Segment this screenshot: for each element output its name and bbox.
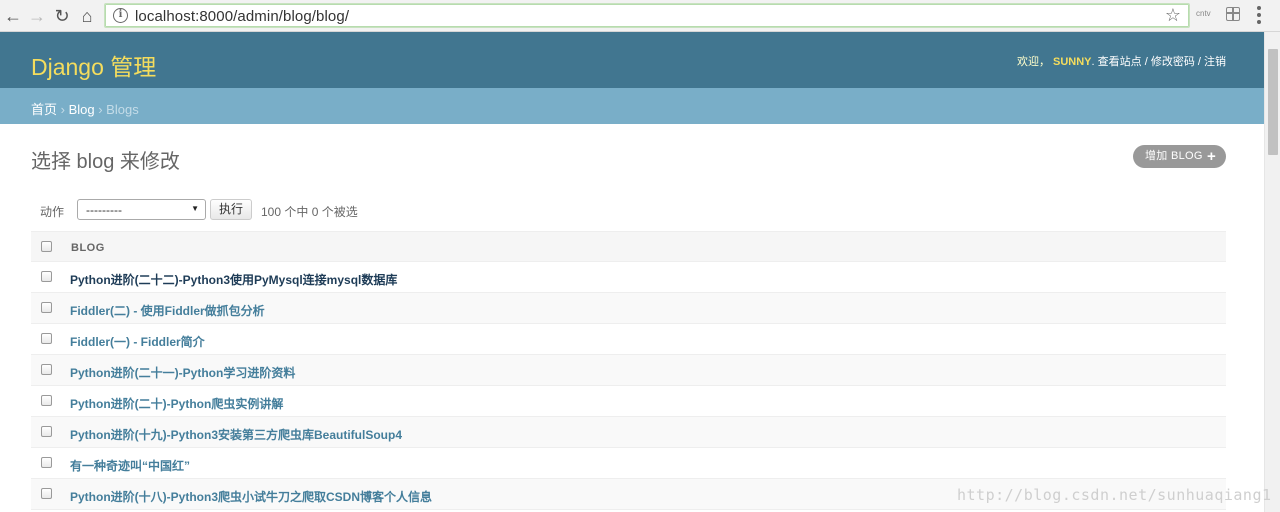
- table-row: 有一种奇迹叫“中国红”: [31, 448, 1226, 479]
- site-branding[interactable]: Django 管理: [31, 48, 156, 82]
- info-icon[interactable]: i: [113, 8, 128, 23]
- breadcrumb-separator: ›: [94, 102, 107, 117]
- user-tools: 欢迎， SUNNY. 查看站点 / 修改密码 / 注销: [1016, 56, 1226, 68]
- select-all-checkbox[interactable]: [41, 241, 52, 252]
- breadcrumb-separator: ›: [57, 102, 69, 117]
- action-label: 动作: [40, 205, 65, 219]
- add-blog-label: 增加 BLOG: [1145, 150, 1203, 162]
- blog-title-link[interactable]: Python进阶(十八)-Python3爬虫小试牛刀之爬取CSDN博客个人信息: [70, 488, 432, 505]
- welcome-text: 欢迎，: [1016, 56, 1050, 68]
- view-site-link[interactable]: 查看站点: [1098, 56, 1142, 68]
- username: SUNNY: [1053, 56, 1092, 68]
- breadcrumb-app[interactable]: Blog: [69, 102, 95, 117]
- breadcrumb: 首页 › Blog › Blogs: [0, 88, 1264, 124]
- reload-icon[interactable]: ↻: [51, 5, 73, 27]
- row-checkbox[interactable]: [41, 333, 52, 344]
- blog-title-link[interactable]: Fiddler(一) - Fiddler简介: [70, 333, 205, 350]
- logout-link[interactable]: 注销: [1204, 56, 1226, 68]
- page-title: 选择 blog 来修改: [31, 151, 180, 173]
- row-checkbox[interactable]: [41, 364, 52, 375]
- table-row: Python进阶(十九)-Python3安装第三方爬虫库BeautifulSou…: [31, 417, 1226, 448]
- row-checkbox[interactable]: [41, 271, 52, 282]
- forward-arrow-icon[interactable]: →: [26, 5, 48, 27]
- blog-title-link[interactable]: Python进阶(二十一)-Python学习进阶资料: [70, 364, 295, 381]
- action-select-value: ---------: [86, 203, 122, 217]
- breadcrumb-home[interactable]: 首页: [31, 102, 57, 117]
- back-arrow-icon[interactable]: ←: [2, 5, 24, 27]
- page-scrollbar[interactable]: [1264, 32, 1280, 512]
- column-header-blog[interactable]: BLOG: [71, 242, 105, 254]
- row-checkbox[interactable]: [41, 302, 52, 313]
- row-checkbox[interactable]: [41, 395, 52, 406]
- blog-title-link[interactable]: Python进阶(十九)-Python3安装第三方爬虫库BeautifulSou…: [70, 426, 402, 443]
- home-icon[interactable]: ⌂: [76, 5, 98, 27]
- browser-toolbar: ← → ↻ ⌂ i localhost:8000/admin/blog/blog…: [0, 0, 1280, 32]
- blog-title-link[interactable]: Python进阶(二十)-Python爬虫实例讲解: [70, 395, 283, 412]
- separator: /: [1194, 56, 1204, 68]
- separator: /: [1141, 56, 1151, 68]
- blog-title-link[interactable]: Fiddler(二) - 使用Fiddler做抓包分析: [70, 302, 265, 319]
- table-row: Python进阶(二十二)-Python3使用PyMysql连接mysql数据库: [31, 262, 1226, 293]
- address-bar[interactable]: i localhost:8000/admin/blog/blog/ ☆: [104, 3, 1190, 28]
- admin-header: Django 管理 欢迎， SUNNY. 查看站点 / 修改密码 / 注销: [0, 32, 1264, 88]
- caret-down-icon: ▼: [191, 204, 199, 213]
- plus-icon: +: [1206, 148, 1216, 165]
- table-row: Fiddler(一) - Fiddler简介: [31, 324, 1226, 355]
- table-row: Fiddler(二) - 使用Fiddler做抓包分析: [31, 293, 1226, 324]
- selection-counter: 100 个中 0 个被选: [261, 205, 358, 219]
- bookmark-star-icon[interactable]: ☆: [1165, 5, 1181, 26]
- browser-menu-icon[interactable]: [1257, 6, 1261, 24]
- table-row: Python进阶(二十)-Python爬虫实例讲解: [31, 386, 1226, 417]
- change-password-link[interactable]: 修改密码: [1151, 56, 1195, 68]
- extension-grid-icon[interactable]: [1226, 7, 1240, 21]
- blog-title-link[interactable]: 有一种奇迹叫“中国红”: [70, 457, 190, 474]
- row-checkbox[interactable]: [41, 457, 52, 468]
- run-action-button[interactable]: 执行: [210, 199, 252, 220]
- results-table: BLOG Python进阶(二十二)-Python3使用PyMysql连接mys…: [31, 231, 1226, 510]
- row-checkbox[interactable]: [41, 426, 52, 437]
- breadcrumb-current: Blogs: [106, 102, 139, 117]
- add-blog-button[interactable]: 增加 BLOG +: [1133, 145, 1226, 168]
- watermark: http://blog.csdn.net/sunhuaqiang1: [957, 486, 1272, 504]
- action-select[interactable]: --------- ▼: [77, 199, 206, 220]
- address-url[interactable]: localhost:8000/admin/blog/blog/: [135, 8, 349, 25]
- blog-title-link[interactable]: Python进阶(二十二)-Python3使用PyMysql连接mysql数据库: [70, 271, 397, 288]
- row-checkbox[interactable]: [41, 488, 52, 499]
- table-header: BLOG: [31, 231, 1226, 262]
- scrollbar-thumb[interactable]: [1268, 49, 1278, 155]
- table-row: Python进阶(二十一)-Python学习进阶资料: [31, 355, 1226, 386]
- extension-cntv-icon[interactable]: cntv: [1196, 9, 1211, 18]
